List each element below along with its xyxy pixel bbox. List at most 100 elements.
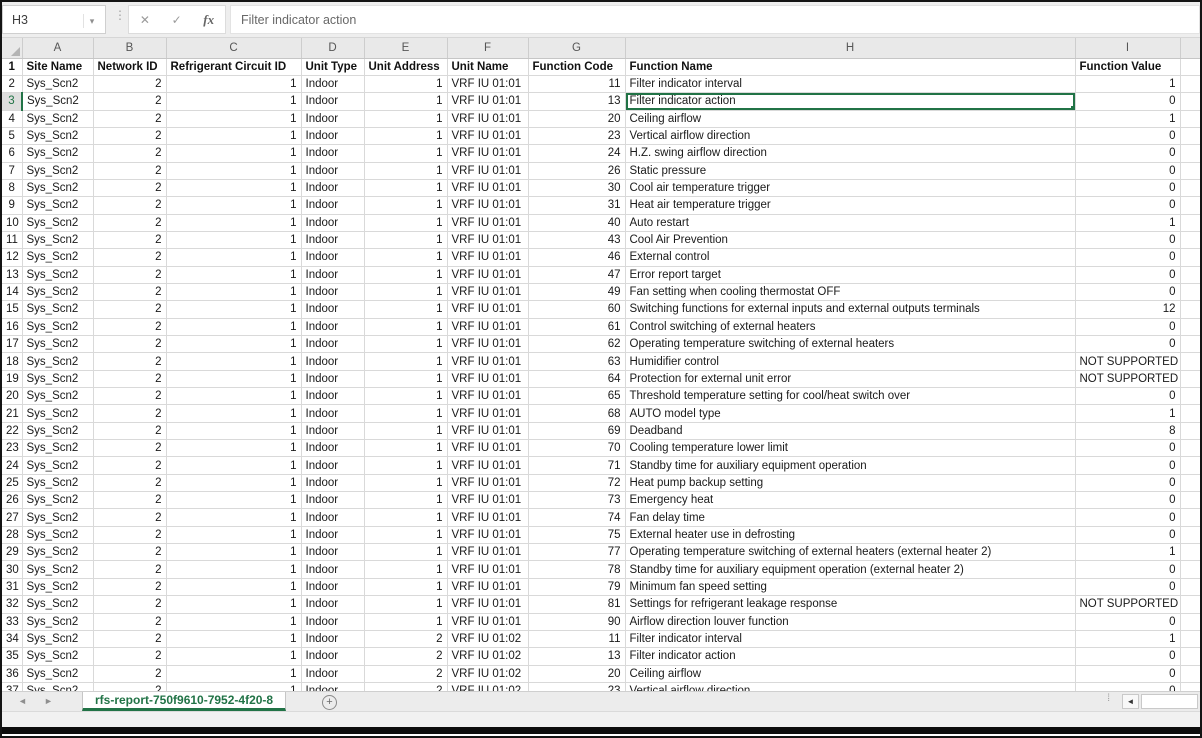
cell-partial-6[interactable] [1180, 145, 1200, 162]
cell-H36[interactable]: Ceiling airflow [625, 665, 1075, 682]
cell-F6[interactable]: VRF IU 01:01 [447, 145, 528, 162]
cell-H34[interactable]: Filter indicator interval [625, 630, 1075, 647]
cell-C23[interactable]: 1 [166, 440, 301, 457]
cell-partial-22[interactable] [1180, 422, 1200, 439]
cell-G2[interactable]: 11 [528, 75, 625, 92]
cell-partial-25[interactable] [1180, 474, 1200, 491]
cell-B33[interactable]: 2 [93, 613, 166, 630]
cell-G8[interactable]: 30 [528, 179, 625, 196]
cell-G6[interactable]: 24 [528, 145, 625, 162]
row-header-9[interactable]: 9 [2, 197, 22, 214]
cell-G25[interactable]: 72 [528, 474, 625, 491]
cell-C25[interactable]: 1 [166, 474, 301, 491]
cell-G17[interactable]: 62 [528, 336, 625, 353]
cell-D27[interactable]: Indoor [301, 509, 364, 526]
cell-F26[interactable]: VRF IU 01:01 [447, 492, 528, 509]
cell-G7[interactable]: 26 [528, 162, 625, 179]
cell-C10[interactable]: 1 [166, 214, 301, 231]
cell-D10[interactable]: Indoor [301, 214, 364, 231]
cell-G37[interactable]: 23 [528, 682, 625, 691]
cell-I16[interactable]: 0 [1075, 318, 1180, 335]
row-header-12[interactable]: 12 [2, 249, 22, 266]
cell-A22[interactable]: Sys_Scn2 [22, 422, 93, 439]
cell-E1[interactable]: Unit Address [364, 58, 447, 75]
cell-I22[interactable]: 8 [1075, 422, 1180, 439]
cell-G32[interactable]: 81 [528, 596, 625, 613]
column-header-A[interactable]: A [22, 38, 93, 58]
cell-H6[interactable]: H.Z. swing airflow direction [625, 145, 1075, 162]
cell-A31[interactable]: Sys_Scn2 [22, 578, 93, 595]
cell-E36[interactable]: 2 [364, 665, 447, 682]
cell-D28[interactable]: Indoor [301, 526, 364, 543]
cell-H35[interactable]: Filter indicator action [625, 648, 1075, 665]
cell-G3[interactable]: 13 [528, 93, 625, 110]
cell-C4[interactable]: 1 [166, 110, 301, 127]
cell-partial-14[interactable] [1180, 283, 1200, 300]
cell-I23[interactable]: 0 [1075, 440, 1180, 457]
cell-F17[interactable]: VRF IU 01:01 [447, 336, 528, 353]
cell-E13[interactable]: 1 [364, 266, 447, 283]
cell-C12[interactable]: 1 [166, 249, 301, 266]
cell-B9[interactable]: 2 [93, 197, 166, 214]
cell-F23[interactable]: VRF IU 01:01 [447, 440, 528, 457]
cell-I1[interactable]: Function Value [1075, 58, 1180, 75]
cell-G31[interactable]: 79 [528, 578, 625, 595]
cell-B18[interactable]: 2 [93, 353, 166, 370]
column-header-F[interactable]: F [447, 38, 528, 58]
cell-partial-31[interactable] [1180, 578, 1200, 595]
cell-E37[interactable]: 2 [364, 682, 447, 691]
row-header-21[interactable]: 21 [2, 405, 22, 422]
cell-D36[interactable]: Indoor [301, 665, 364, 682]
cell-F4[interactable]: VRF IU 01:01 [447, 110, 528, 127]
cell-A17[interactable]: Sys_Scn2 [22, 336, 93, 353]
cell-E32[interactable]: 1 [364, 596, 447, 613]
cell-G28[interactable]: 75 [528, 526, 625, 543]
cell-G5[interactable]: 23 [528, 127, 625, 144]
cell-H16[interactable]: Control switching of external heaters [625, 318, 1075, 335]
cell-partial-8[interactable] [1180, 179, 1200, 196]
cell-C19[interactable]: 1 [166, 370, 301, 387]
row-header-3[interactable]: 3 [2, 93, 22, 110]
row-header-17[interactable]: 17 [2, 336, 22, 353]
cell-C34[interactable]: 1 [166, 630, 301, 647]
cell-G22[interactable]: 69 [528, 422, 625, 439]
cell-B17[interactable]: 2 [93, 336, 166, 353]
cell-G26[interactable]: 73 [528, 492, 625, 509]
cell-H15[interactable]: Switching functions for external inputs … [625, 301, 1075, 318]
cell-H10[interactable]: Auto restart [625, 214, 1075, 231]
cell-G29[interactable]: 77 [528, 544, 625, 561]
cell-I7[interactable]: 0 [1075, 162, 1180, 179]
cell-I8[interactable]: 0 [1075, 179, 1180, 196]
cell-C6[interactable]: 1 [166, 145, 301, 162]
cell-E27[interactable]: 1 [364, 509, 447, 526]
cell-C9[interactable]: 1 [166, 197, 301, 214]
cell-C15[interactable]: 1 [166, 301, 301, 318]
sheet-nav-left-icon[interactable]: ◄ [18, 696, 27, 706]
cell-A4[interactable]: Sys_Scn2 [22, 110, 93, 127]
cell-E22[interactable]: 1 [364, 422, 447, 439]
cell-I21[interactable]: 1 [1075, 405, 1180, 422]
cell-F24[interactable]: VRF IU 01:01 [447, 457, 528, 474]
cell-F12[interactable]: VRF IU 01:01 [447, 249, 528, 266]
name-box[interactable]: H3 ▾ [2, 5, 106, 34]
cell-C21[interactable]: 1 [166, 405, 301, 422]
cell-E12[interactable]: 1 [364, 249, 447, 266]
cell-I6[interactable]: 0 [1075, 145, 1180, 162]
cell-B37[interactable]: 2 [93, 682, 166, 691]
cell-H32[interactable]: Settings for refrigerant leakage respons… [625, 596, 1075, 613]
cell-C11[interactable]: 1 [166, 231, 301, 248]
row-header-27[interactable]: 27 [2, 509, 22, 526]
formula-input[interactable]: Filter indicator action [230, 5, 1200, 34]
cell-E4[interactable]: 1 [364, 110, 447, 127]
cell-F19[interactable]: VRF IU 01:01 [447, 370, 528, 387]
cell-I37[interactable]: 0 [1075, 682, 1180, 691]
cell-H13[interactable]: Error report target [625, 266, 1075, 283]
cell-partial-7[interactable] [1180, 162, 1200, 179]
cell-I29[interactable]: 1 [1075, 544, 1180, 561]
row-header-14[interactable]: 14 [2, 283, 22, 300]
cell-C2[interactable]: 1 [166, 75, 301, 92]
cell-D32[interactable]: Indoor [301, 596, 364, 613]
cell-A14[interactable]: Sys_Scn2 [22, 283, 93, 300]
cell-D4[interactable]: Indoor [301, 110, 364, 127]
cell-A20[interactable]: Sys_Scn2 [22, 388, 93, 405]
